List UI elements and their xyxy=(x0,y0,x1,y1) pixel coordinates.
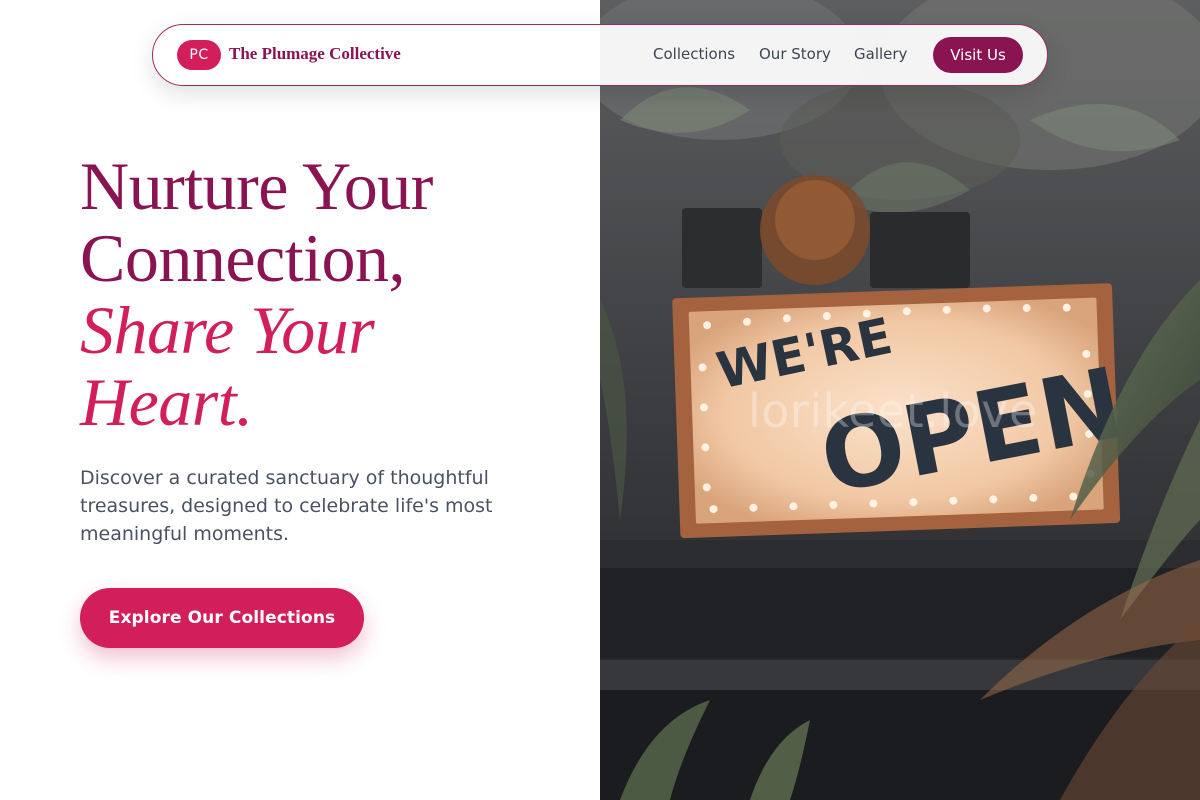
explore-collections-button[interactable]: Explore Our Collections xyxy=(80,588,364,648)
hero-description-line: Discover a curated sanctuary of thoughtf… xyxy=(80,467,489,489)
brand-logo-badge[interactable]: PC xyxy=(177,40,221,70)
headline-accent-line: Share Your xyxy=(80,292,375,368)
brand-name[interactable]: The Plumage Collective xyxy=(229,44,401,64)
watermark: lorikeet.love xyxy=(748,384,1038,438)
nav-link-collections[interactable]: Collections xyxy=(653,45,735,63)
nav-link-gallery[interactable]: Gallery xyxy=(854,45,907,63)
hero-photo: WE'RE OPEN lorikeet.love xyxy=(600,0,1200,800)
visit-us-button[interactable]: Visit Us xyxy=(933,37,1023,73)
hero-section: Nurture Your Connection, Share Your Hear… xyxy=(0,0,600,800)
hero-description-line: treasures, designed to celebrate life's … xyxy=(80,495,493,517)
headline-line: Connection, xyxy=(80,220,406,296)
hero-headline: Nurture Your Connection, Share Your Hear… xyxy=(80,150,433,438)
hero-description-line: meaningful moments. xyxy=(80,523,290,545)
headline-line: Nurture Your xyxy=(80,148,433,224)
headline-accent-line: Heart. xyxy=(80,364,253,440)
hero-description: Discover a curated sanctuary of thoughtf… xyxy=(80,464,520,548)
nav-link-our-story[interactable]: Our Story xyxy=(759,45,831,63)
top-navbar: PC The Plumage Collective Collections Ou… xyxy=(152,24,1048,86)
